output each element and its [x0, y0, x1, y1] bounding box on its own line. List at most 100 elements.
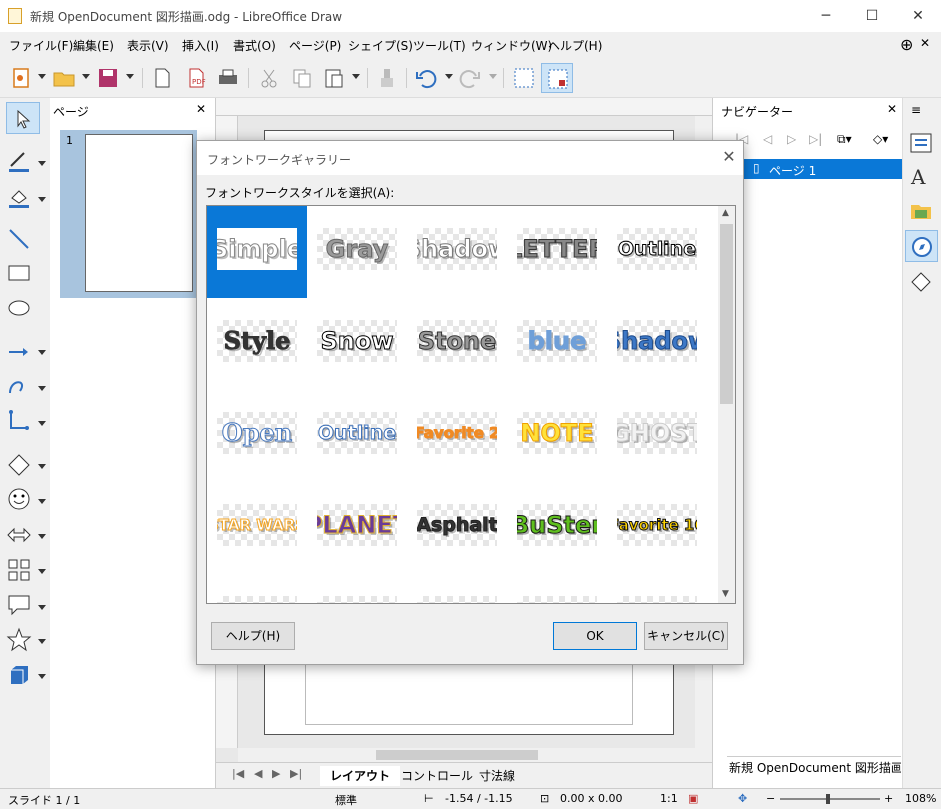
sidebar-menu-icon[interactable]: ≡: [911, 103, 921, 117]
fontwork-style-cell[interactable]: Outline: [607, 206, 707, 298]
fontwork-style-cell[interactable]: Shadow: [407, 206, 507, 298]
export-icon[interactable]: [150, 66, 174, 90]
fontwork-style-cell[interactable]: PLANET: [307, 482, 407, 574]
help-button[interactable]: ヘルプ(H): [211, 622, 295, 650]
fit-page-icon[interactable]: ✥: [738, 792, 747, 805]
fontwork-style-cell[interactable]: Outline: [307, 390, 407, 482]
menu-page[interactable]: ページ(P): [289, 37, 341, 54]
dialog-close-button[interactable]: ✕: [719, 147, 739, 167]
fontwork-style-cell[interactable]: Snow: [307, 298, 407, 390]
chevron-down-icon[interactable]: [82, 74, 90, 79]
fontwork-style-cell[interactable]: LETTER: [507, 206, 607, 298]
page-thumbnail-selected[interactable]: 1: [60, 130, 197, 298]
fontwork-style-cell[interactable]: HEAVY METAL: [507, 574, 607, 603]
chevron-down-icon[interactable]: [38, 197, 46, 202]
drag-mode-icon[interactable]: ⧉▾: [837, 132, 852, 147]
cancel-button[interactable]: キャンセル(C): [644, 622, 728, 650]
pages-panel-close[interactable]: ✕: [196, 102, 206, 116]
navigator-sidebar-tab[interactable]: [905, 230, 938, 262]
copy-icon[interactable]: [290, 66, 314, 90]
chevron-down-icon[interactable]: [489, 74, 497, 79]
clone-formatting-icon[interactable]: [375, 66, 399, 90]
next-tab-icon[interactable]: ▶: [272, 767, 280, 780]
chevron-down-icon[interactable]: [38, 534, 46, 539]
fontwork-style-cell[interactable]: Gray: [307, 206, 407, 298]
scroll-down-icon[interactable]: ▼: [722, 589, 729, 599]
navigator-close[interactable]: ✕: [887, 102, 897, 116]
minimize-button[interactable]: ─: [803, 0, 849, 32]
chevron-down-icon[interactable]: [38, 639, 46, 644]
chevron-down-icon[interactable]: [38, 464, 46, 469]
line-color-icon[interactable]: [6, 148, 32, 174]
fontwork-style-cell[interactable]: GHOST: [607, 390, 707, 482]
close-button[interactable]: ✕: [895, 0, 941, 32]
gallery-scroll-thumb[interactable]: [720, 224, 733, 404]
fontwork-style-cell[interactable]: BuSter: [507, 482, 607, 574]
chevron-down-icon[interactable]: [38, 569, 46, 574]
cut-icon[interactable]: [257, 66, 281, 90]
save-icon[interactable]: [96, 66, 120, 90]
shapes-filter-icon[interactable]: ◇▾: [873, 132, 888, 146]
chevron-down-icon[interactable]: [445, 74, 453, 79]
fontwork-style-cell[interactable]: NOTE: [507, 390, 607, 482]
new-document-icon[interactable]: [10, 66, 34, 90]
fontwork-style-cell[interactable]: Style: [207, 298, 307, 390]
chevron-down-icon[interactable]: [38, 350, 46, 355]
fontwork-style-cell[interactable]: Purple: [207, 574, 307, 603]
open-folder-icon[interactable]: [52, 66, 76, 90]
zoom-in-icon[interactable]: +: [884, 792, 893, 805]
shapes-icon[interactable]: [909, 270, 933, 294]
fontwork-style-cell[interactable]: Simple: [207, 206, 307, 298]
menu-tools[interactable]: ツール(T): [413, 37, 466, 54]
chevron-down-icon[interactable]: [126, 74, 134, 79]
fontwork-style-cell[interactable]: Flocked: [607, 574, 707, 603]
styles-icon[interactable]: A: [909, 164, 933, 188]
redo-icon[interactable]: [458, 66, 482, 90]
tab-dimension-lines[interactable]: 寸法線: [469, 766, 525, 786]
fill-color-icon[interactable]: [6, 184, 32, 210]
chevron-down-icon[interactable]: [352, 74, 360, 79]
ok-button[interactable]: OK: [553, 622, 637, 650]
fontwork-style-cell[interactable]: Asphalt: [407, 482, 507, 574]
arrow-line-tool-icon[interactable]: [6, 339, 32, 365]
fontwork-style-cell[interactable]: Favorite 16: [607, 482, 707, 574]
fontwork-style-cell[interactable]: Retro: [407, 574, 507, 603]
callout-icon[interactable]: [6, 592, 32, 618]
chevron-down-icon[interactable]: [38, 421, 46, 426]
basic-shapes-diamond-icon[interactable]: [6, 452, 32, 478]
nav-next-icon[interactable]: ▷: [787, 132, 796, 146]
chevron-down-icon[interactable]: [38, 161, 46, 166]
fontwork-style-cell[interactable]: Stone: [407, 298, 507, 390]
tab-layout[interactable]: レイアウト: [320, 766, 401, 786]
zoom-slider-thumb[interactable]: [826, 794, 830, 804]
export-pdf-icon[interactable]: PDF: [184, 66, 208, 90]
chevron-down-icon[interactable]: [38, 605, 46, 610]
fontwork-style-cell[interactable]: Hulk: [307, 574, 407, 603]
first-tab-icon[interactable]: |◀: [232, 767, 244, 780]
helplines-toggle[interactable]: [541, 63, 573, 93]
menu-format[interactable]: 書式(O): [233, 37, 276, 54]
menu-edit[interactable]: 編集(E): [73, 37, 114, 54]
fontwork-style-gallery[interactable]: Flocked HEAVY METAL Retro Hulk Purple Favorit…: [206, 205, 736, 604]
nav-last-icon[interactable]: ▷|: [809, 132, 822, 146]
flowchart-icon[interactable]: [6, 557, 32, 583]
gallery-icon[interactable]: [909, 199, 933, 223]
block-arrows-icon[interactable]: [6, 522, 32, 548]
connector-tool-icon[interactable]: [6, 408, 32, 434]
fontwork-style-cell[interactable]: STAR WARS: [207, 482, 307, 574]
horizontal-scroll-thumb[interactable]: [376, 750, 538, 760]
maximize-button[interactable]: ☐: [849, 0, 895, 32]
select-tool[interactable]: [6, 102, 40, 134]
fontwork-style-cell[interactable]: Open: [207, 390, 307, 482]
paste-icon[interactable]: [322, 66, 346, 90]
scale-factor[interactable]: 1:1: [660, 792, 678, 805]
fontwork-style-cell[interactable]: blue: [507, 298, 607, 390]
symbol-shapes-smiley-icon[interactable]: [6, 486, 32, 512]
fontwork-style-cell[interactable]: Favorite 2: [407, 390, 507, 482]
curve-tool-icon[interactable]: [6, 373, 32, 399]
chevron-down-icon[interactable]: [38, 74, 46, 79]
line-tool-icon[interactable]: [6, 226, 32, 252]
close-document-icon[interactable]: ✕: [920, 36, 930, 50]
horizontal-scrollbar[interactable]: [238, 748, 712, 762]
print-icon[interactable]: [216, 66, 240, 90]
